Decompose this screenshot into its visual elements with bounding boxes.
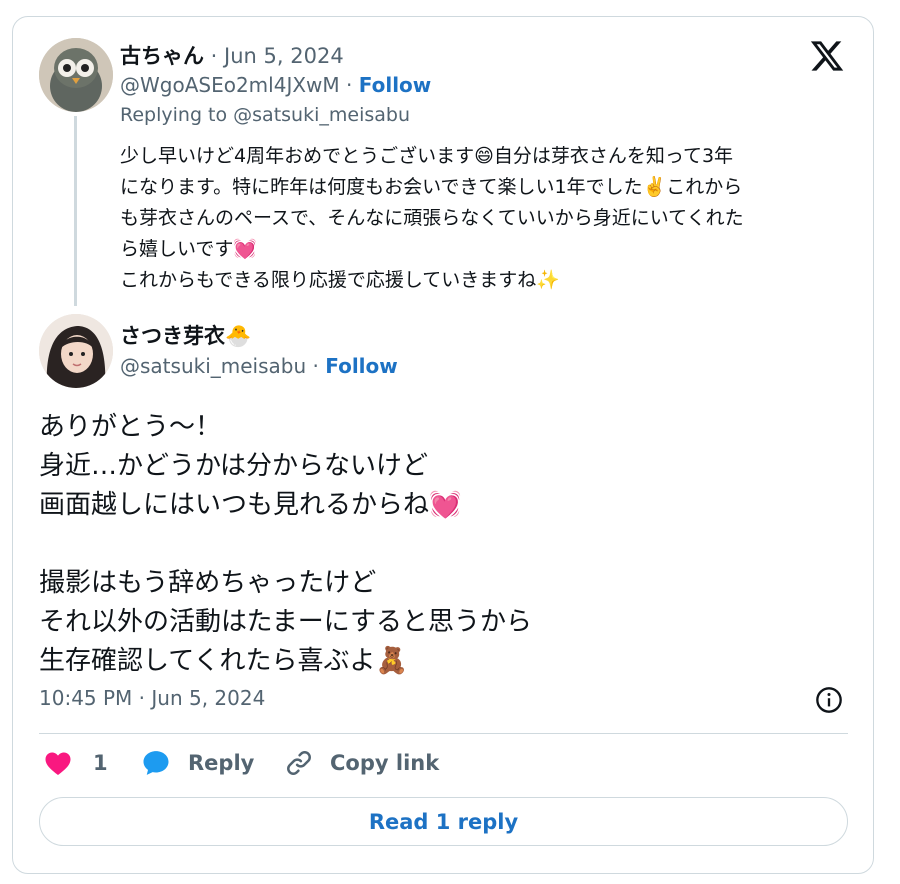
heart-icon (45, 752, 71, 775)
parent-tweet-text: 少し早いけど4周年おめでとうございます😄自分は芽衣さんを知って3年 になります。… (120, 141, 855, 296)
parent-text-line: になります。特に昨年は何度もお会いできて楽しい1年でした✌️これから (120, 176, 743, 198)
parent-text-line: 少し早いけど4周年おめでとうございます😄自分は芽衣さんを知って3年 (120, 145, 734, 167)
main-handle-row: @satsuki_meisabu · Follow (120, 354, 398, 378)
thread-connector-line (74, 116, 77, 306)
parent-text-line: も芽衣さんのペースで、そんなに頑張らなくていいから身近にいてくれた (120, 207, 744, 229)
main-tweet-text: ありがとう〜！ 身近…かどうかは分からないけど 画面越しにはいつも見れるからね💓… (39, 408, 532, 681)
link-icon (287, 751, 311, 775)
x-logo-icon[interactable] (808, 38, 846, 74)
parent-header: 古ちゃん · Jun 5, 2024 (120, 40, 344, 70)
speech-bubble-icon (143, 751, 169, 775)
tweet-timestamp[interactable]: 10:45 PM · Jun 5, 2024 (39, 686, 265, 710)
like-count: 1 (93, 751, 108, 775)
parent-author-avatar[interactable] (39, 38, 113, 112)
main-author-avatar[interactable] (39, 314, 113, 388)
main-text-line: 身近…かどうかは分からないけど (39, 451, 428, 481)
main-text-line (39, 525, 532, 564)
main-follow-link[interactable]: Follow (325, 354, 398, 378)
main-text-line: それ以外の活動はたまーにすると思うから (39, 607, 532, 637)
main-handle-separator: · (306, 354, 326, 378)
parent-handle-row: @WgoASEo2ml4JXwM · Follow (120, 73, 431, 97)
main-text-line: ありがとう〜！ (39, 412, 222, 442)
main-text-line: 画面越しにはいつも見れるからね💓 (39, 490, 462, 520)
tweet-actions-bar: 1 Reply Copy link (39, 748, 839, 784)
parent-text-line: これからもできる限り応援で応援していきますね✨ (120, 269, 560, 291)
read-replies-button[interactable]: Read 1 reply (39, 797, 848, 846)
parent-author-handle[interactable]: @WgoASEo2ml4JXwM (120, 73, 340, 97)
copy-link-button[interactable]: Copy link (284, 748, 439, 778)
reply-label: Reply (188, 751, 255, 775)
parent-follow-link[interactable]: Follow (359, 73, 432, 97)
parent-date-separator: · (204, 44, 225, 68)
main-text-line: 撮影はもう辞めちゃったけど (39, 568, 377, 598)
info-icon[interactable] (815, 686, 843, 714)
reply-button[interactable]: Reply (140, 748, 254, 778)
parent-handle-separator: · (339, 73, 359, 97)
parent-text-line: ら嬉しいです💓 (120, 238, 258, 260)
parent-date[interactable]: Jun 5, 2024 (224, 44, 344, 68)
main-author-name[interactable]: さつき芽衣🐣 (120, 320, 251, 350)
main-text-line: 生存確認してくれたら喜ぶよ🧸 (39, 646, 408, 676)
parent-author-name[interactable]: 古ちゃん (120, 44, 204, 68)
like-button[interactable]: 1 (43, 748, 108, 778)
actions-divider (39, 733, 848, 734)
copy-link-label: Copy link (330, 751, 440, 775)
replying-to-text: Replying to @satsuki_meisabu (120, 104, 410, 126)
main-author-handle[interactable]: @satsuki_meisabu (120, 354, 306, 378)
